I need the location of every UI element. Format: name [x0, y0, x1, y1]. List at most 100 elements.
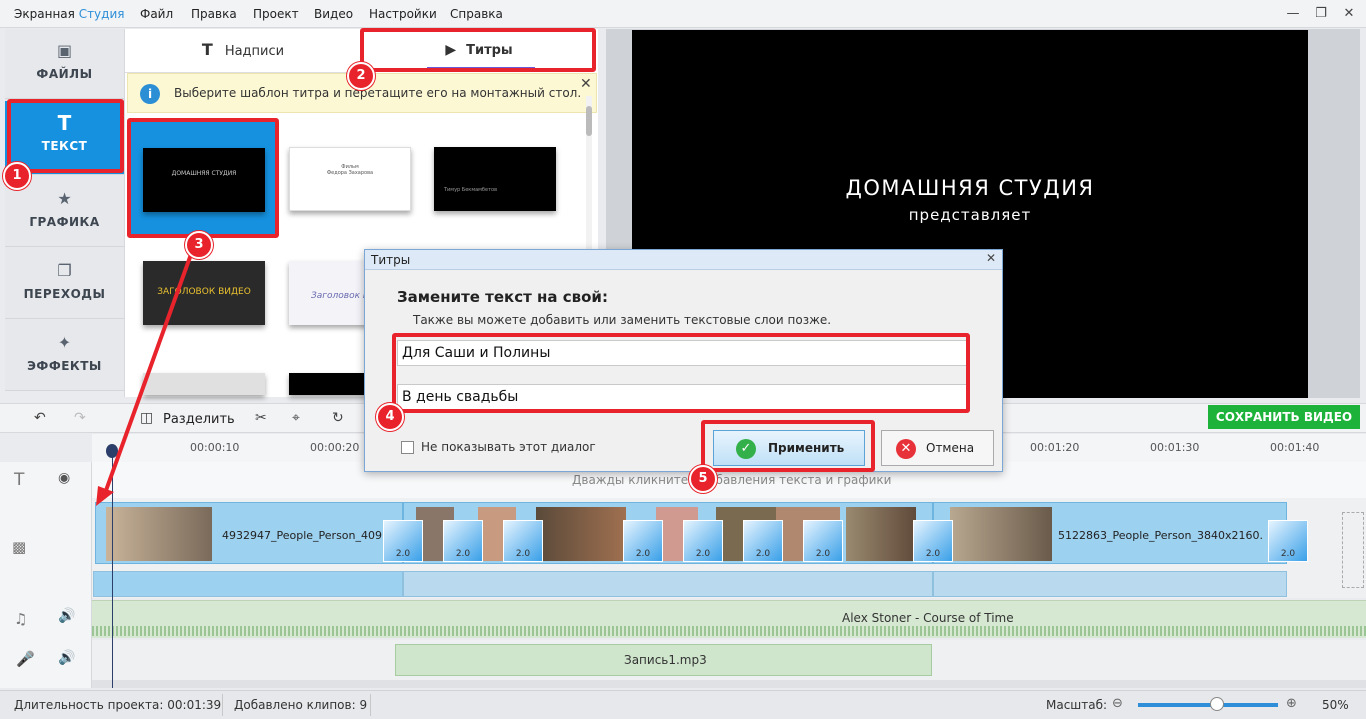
text-icon: T — [14, 470, 25, 490]
video-frame — [106, 507, 212, 561]
clip-label: 5122863_People_Person_3840x2160. — [1058, 529, 1263, 542]
clips-count: Добавлено клипов: 9 — [234, 698, 368, 712]
microphone-icon: 🎤 — [16, 650, 35, 668]
video-camera-icon: ▩ — [12, 538, 27, 556]
save-video-button[interactable]: СОХРАНИТЬ ВИДЕО — [1208, 405, 1360, 429]
zoom-slider-handle[interactable] — [1210, 697, 1224, 711]
menu-video[interactable]: Видео — [314, 7, 353, 21]
maximize-icon[interactable]: ❐ — [1308, 4, 1334, 24]
volume-icon[interactable]: 🔊 — [58, 608, 75, 624]
transition-duration: 2.0 — [755, 549, 771, 559]
annotation-box — [392, 333, 970, 413]
annotation-badge: 4 — [376, 403, 404, 431]
scissors-icon[interactable]: ✂ — [255, 410, 267, 426]
title-bar: Экранная Студия Файл Правка Проект Видео… — [0, 0, 1366, 28]
volume-icon[interactable]: 🔊 — [58, 650, 75, 666]
annotation-arrow — [96, 245, 196, 506]
annotation-badge: 2 — [347, 62, 375, 90]
dont-show-label: Не показывать этот диалог — [421, 440, 596, 454]
transitions-icon: ❐ — [57, 261, 72, 280]
annotation-badge: 3 — [185, 231, 213, 259]
preview-subtitle: представляет — [908, 206, 1032, 224]
zoom-out-icon[interactable]: ⊖ — [1112, 696, 1123, 711]
minimize-icon[interactable]: — — [1280, 4, 1306, 24]
clip-sub-track[interactable] — [403, 571, 933, 597]
annotation-box — [701, 420, 875, 472]
transition-block[interactable]: 2.0 — [1268, 520, 1308, 562]
voice-clip-label: Запись1.mp3 — [624, 653, 707, 667]
zoom-in-icon[interactable]: ⊕ — [1286, 696, 1297, 711]
clip-sub-track[interactable] — [93, 571, 403, 597]
info-text: Выберите шаблон титра и перетащите его н… — [174, 86, 582, 100]
dialog-title: Титры — [371, 253, 411, 267]
zoom-label: Масштаб: — [1046, 698, 1108, 712]
transition-block[interactable]: 2.0 — [443, 520, 483, 562]
timeline-scrollbar[interactable] — [92, 680, 1366, 688]
redo-icon[interactable]: ↷ — [74, 410, 86, 426]
cancel-button[interactable]: ✕ Отмена — [881, 430, 994, 466]
transition-block[interactable]: 2.0 — [623, 520, 663, 562]
crop-icon[interactable]: ⌖ — [292, 410, 300, 426]
ruler-tick: 00:01:20 — [1030, 441, 1080, 454]
undo-icon[interactable]: ↶ — [34, 410, 46, 426]
video-frame — [950, 507, 1052, 561]
annotation-box — [7, 99, 124, 173]
transition-block[interactable]: 2.0 — [913, 520, 953, 562]
menu-edit[interactable]: Правка — [191, 7, 237, 21]
annotation-box — [127, 118, 279, 238]
menu-project[interactable]: Проект — [253, 7, 299, 21]
transition-duration: 2.0 — [815, 549, 831, 559]
transition-duration: 2.0 — [395, 549, 411, 559]
ruler-tick: 00:00:20 — [310, 441, 360, 454]
dont-show-checkbox[interactable] — [401, 441, 414, 454]
scrollbar-knob[interactable] — [586, 106, 592, 136]
eye-icon[interactable]: ◉ — [58, 470, 70, 486]
dialog-heading: Замените текст на свой: — [397, 288, 608, 306]
close-icon[interactable]: ✕ — [986, 251, 996, 265]
audio-waveform — [92, 626, 1366, 636]
zoom-value: 50% — [1322, 698, 1349, 712]
ruler-tick: 00:01:40 — [1270, 441, 1320, 454]
text-track-hint: Дважды кликните д... бавления текста и г… — [572, 473, 892, 487]
rotate-icon[interactable]: ↻ — [332, 410, 344, 426]
video-frame — [846, 507, 916, 561]
star-icon: ★ — [57, 189, 72, 208]
dialog-title-bar: Титры ✕ — [365, 250, 1002, 270]
project-duration: Длительность проекта: 00:01:39 — [14, 698, 222, 712]
transition-block[interactable]: 2.0 — [383, 520, 423, 562]
tab-captions[interactable]: T Надписи — [125, 29, 361, 73]
track-headers: T ◉ ▩ ♫ 🔊 🎤 🔊 — [0, 462, 92, 688]
annotation-box — [360, 28, 596, 72]
text-icon: T — [201, 40, 213, 59]
template-thumb[interactable]: Фильм Федора Захарова — [289, 147, 411, 211]
menu-help[interactable]: Справка — [450, 7, 503, 21]
transition-block[interactable]: 2.0 — [803, 520, 843, 562]
sidebar-item-files[interactable]: ▣ ФАЙЛЫ — [5, 29, 124, 99]
transition-block[interactable]: 2.0 — [743, 520, 783, 562]
clip-label: 4932947_People_Person_409 — [222, 529, 382, 542]
menu-settings[interactable]: Настройки — [369, 7, 437, 21]
close-icon[interactable]: ✕ — [1336, 4, 1362, 24]
close-icon[interactable]: ✕ — [580, 76, 592, 92]
status-divider — [370, 694, 371, 716]
image-icon: ▣ — [56, 41, 73, 60]
clip-sub-track[interactable] — [933, 571, 1287, 597]
magic-wand-icon: ✦ — [57, 333, 72, 352]
transition-duration: 2.0 — [695, 549, 711, 559]
annotation-badge: 1 — [3, 162, 31, 190]
zoom-slider[interactable] — [1138, 703, 1278, 707]
menu-file[interactable]: Файл — [140, 7, 173, 21]
dialog-subtext: Также вы можете добавить или заменить те… — [413, 313, 832, 327]
drop-zone[interactable] — [1342, 512, 1364, 588]
app-title: Экранная Студия — [14, 7, 125, 21]
transition-duration: 2.0 — [635, 549, 651, 559]
annotation-badge: 5 — [689, 465, 717, 493]
transition-block[interactable]: 2.0 — [503, 520, 543, 562]
transition-duration: 2.0 — [515, 549, 531, 559]
music-clip-label: Alex Stoner - Course of Time — [842, 611, 1014, 625]
video-frame — [536, 507, 626, 561]
template-thumb[interactable]: Тимур Бекмамбетов — [434, 147, 556, 211]
status-divider — [222, 694, 223, 716]
transition-block[interactable]: 2.0 — [683, 520, 723, 562]
info-icon: i — [140, 84, 160, 104]
